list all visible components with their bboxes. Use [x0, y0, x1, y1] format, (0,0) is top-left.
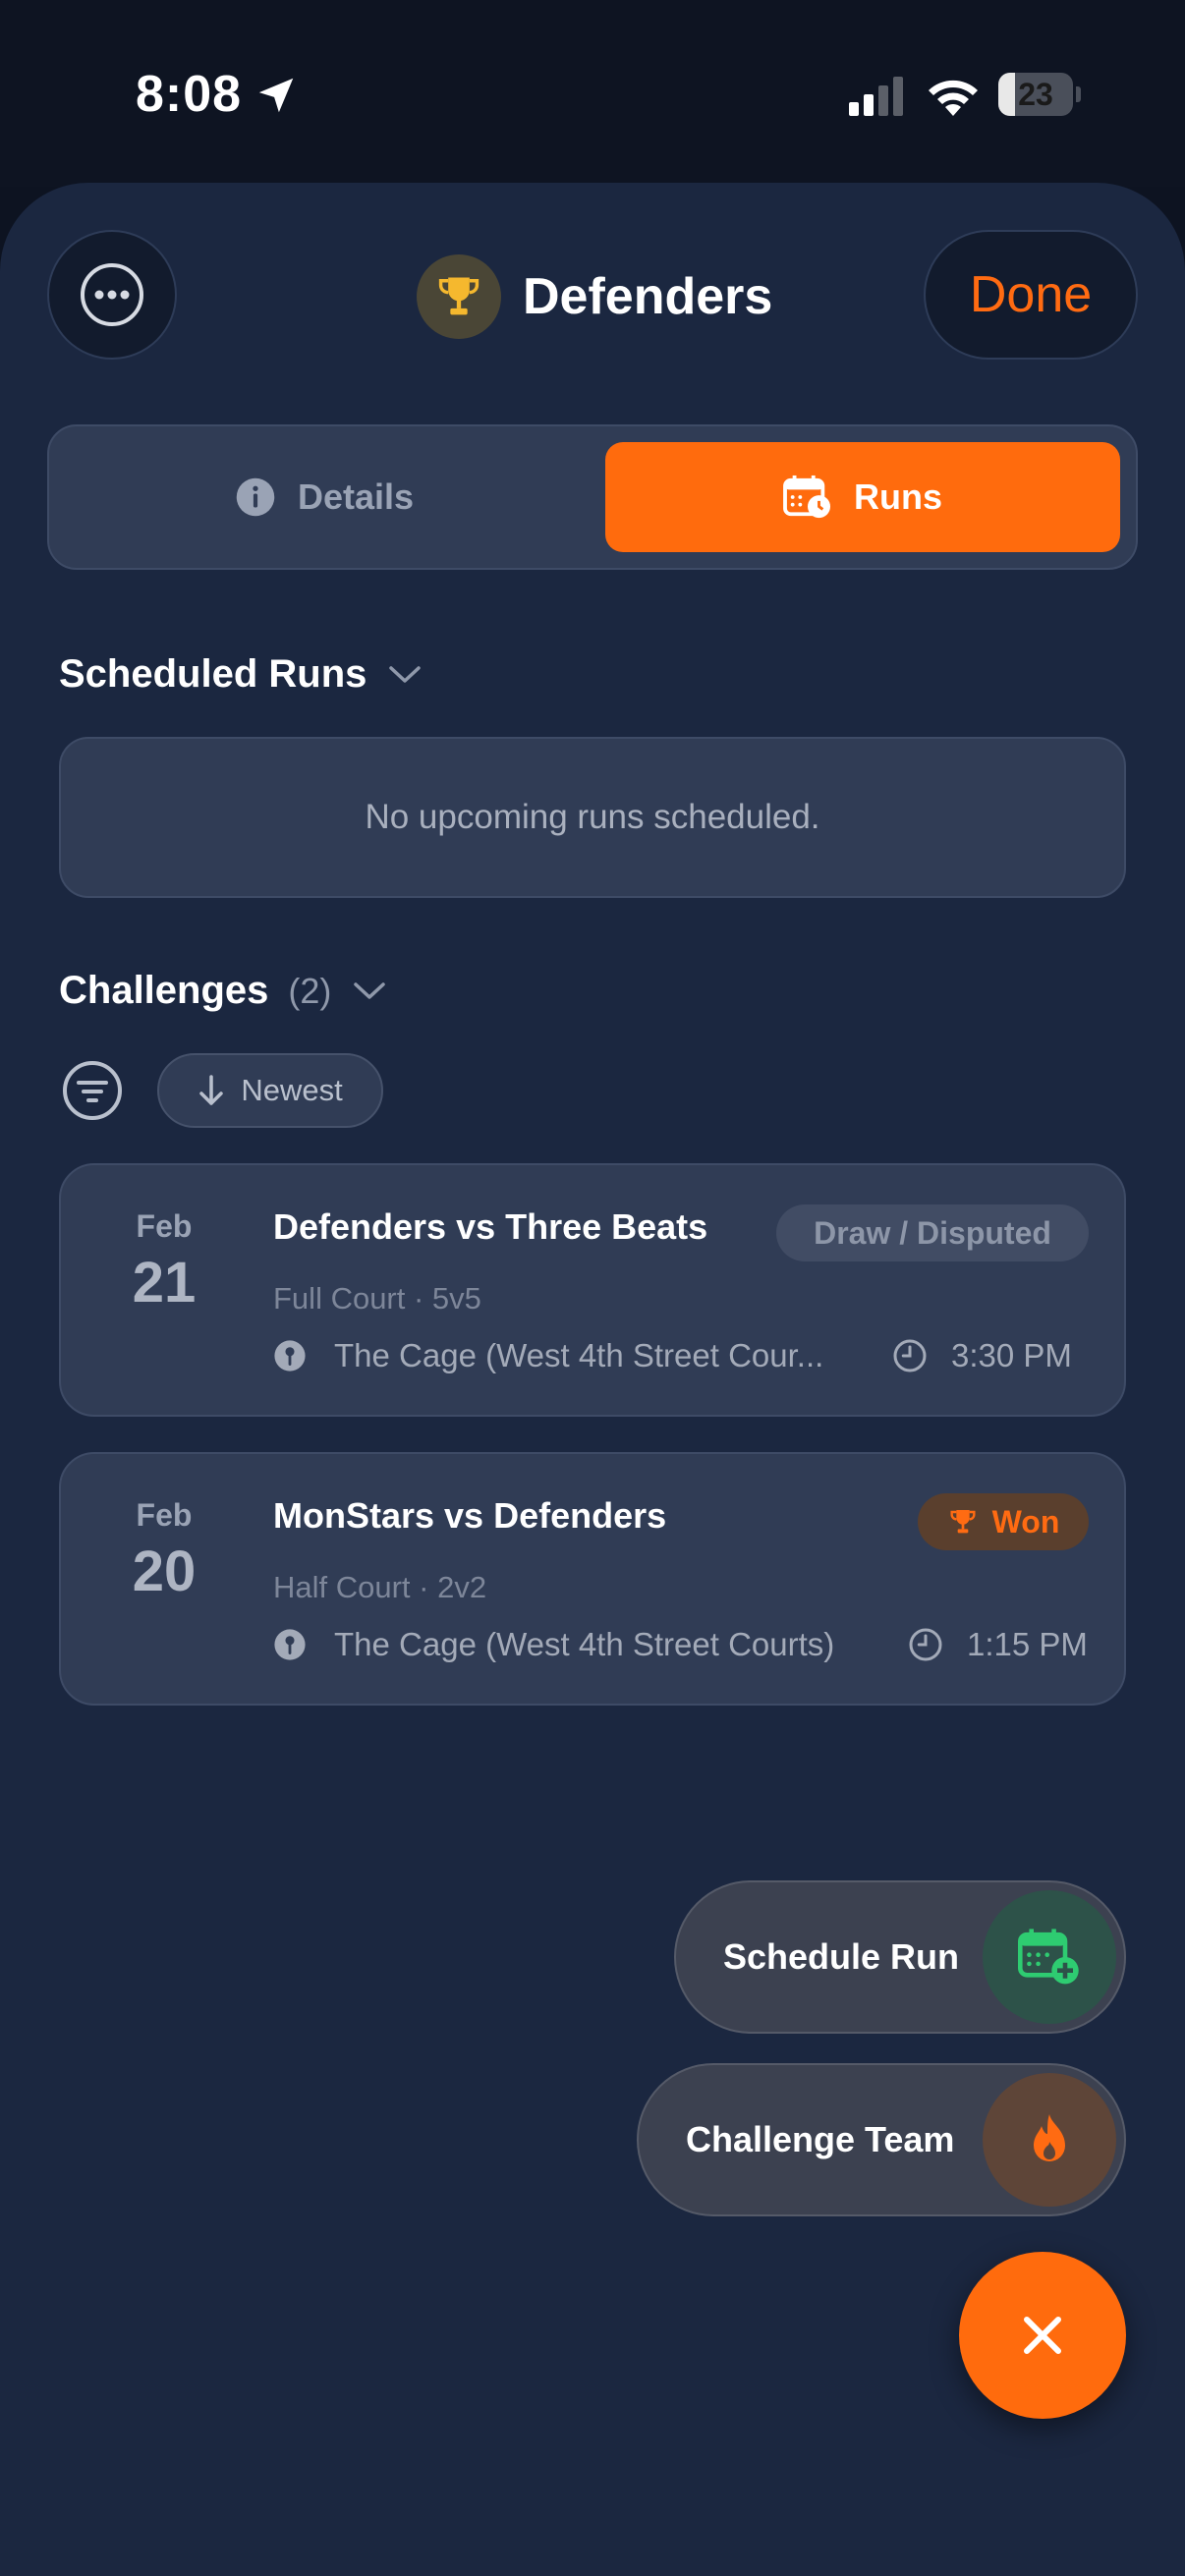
tab-details[interactable]: Details: [49, 426, 599, 568]
challenge-title: MonStars vs Defenders: [273, 1495, 667, 1536]
location-pin-icon: [274, 1340, 306, 1372]
status-badge: Won: [918, 1493, 1089, 1550]
location-pin-icon: [274, 1629, 306, 1660]
status-badge-label: Won: [991, 1503, 1060, 1540]
status-bar: 8:08 23: [0, 0, 1185, 187]
empty-runs-message: No upcoming runs scheduled.: [59, 737, 1126, 898]
challenge-time: 1:15 PM: [908, 1625, 1088, 1664]
tab-runs-label: Runs: [854, 476, 942, 517]
challenges-header[interactable]: Challenges (2): [59, 969, 386, 1013]
chevron-down-icon: [389, 665, 422, 683]
challenge-team-icon-circle: [983, 2073, 1116, 2207]
scheduled-runs-header[interactable]: Scheduled Runs: [59, 652, 422, 697]
calendar-add-icon: [1018, 1929, 1079, 1985]
challenge-format: Half Court · 2v2: [273, 1570, 487, 1604]
time-label: 3:30 PM: [951, 1337, 1072, 1373]
challenges-title: Challenges: [59, 969, 269, 1012]
schedule-run-icon-circle: [983, 1890, 1116, 2024]
done-button[interactable]: Done: [924, 230, 1138, 360]
location-label: The Cage (West 4th Street Courts): [334, 1626, 835, 1662]
challenge-format: Full Court · 5v5: [273, 1281, 481, 1316]
arrow-down-icon: [199, 1075, 224, 1105]
challenge-card[interactable]: Feb 20 MonStars vs Defenders Won Half Co…: [59, 1452, 1126, 1706]
team-sheet: Defenders Done Details Runs Scheduled Ru…: [0, 183, 1185, 2576]
wifi-icon: [929, 80, 978, 116]
team-header: Defenders: [417, 253, 772, 340]
flame-icon: [1034, 2114, 1065, 2161]
challenge-location: The Cage (West 4th Street Cour...: [273, 1336, 823, 1375]
cellular-signal-icon: [849, 77, 903, 116]
challenges-count: (2): [288, 970, 332, 1011]
challenge-location: The Cage (West 4th Street Courts): [273, 1625, 834, 1664]
tab-details-label: Details: [297, 476, 415, 517]
ellipsis-circle-icon: [81, 263, 143, 326]
calendar-clock-icon: [783, 475, 830, 519]
date-day: 20: [132, 1540, 197, 1603]
challenge-time: 3:30 PM: [892, 1336, 1072, 1375]
date-day: 21: [132, 1251, 197, 1315]
date-month: Feb: [136, 1208, 193, 1244]
trophy-icon: [950, 1510, 976, 1534]
close-icon: [1024, 2317, 1061, 2354]
status-badge: Draw / Disputed: [776, 1204, 1089, 1261]
scheduled-runs-title: Scheduled Runs: [59, 652, 367, 696]
date-month: Feb: [136, 1497, 193, 1533]
status-time: 8:08: [136, 66, 243, 123]
challenge-team-label: Challenge Team: [686, 2119, 955, 2159]
sort-button[interactable]: Newest: [157, 1053, 383, 1128]
trophy-icon: [438, 277, 480, 315]
schedule-run-button[interactable]: Schedule Run: [674, 1880, 1126, 2034]
segmented-control: Details Runs: [47, 424, 1138, 570]
challenge-card[interactable]: Feb 21 Defenders vs Three Beats Draw / D…: [59, 1163, 1126, 1417]
chevron-down-icon: [354, 981, 386, 999]
tab-runs[interactable]: Runs: [605, 442, 1120, 552]
clock-icon: [893, 1339, 927, 1372]
location-label: The Cage (West 4th Street Cour...: [334, 1337, 824, 1373]
challenge-title: Defenders vs Three Beats: [273, 1206, 708, 1247]
challenge-team-button[interactable]: Challenge Team: [637, 2063, 1126, 2216]
sort-label: Newest: [241, 1073, 343, 1107]
schedule-run-label: Schedule Run: [723, 1936, 960, 1977]
filter-icon[interactable]: [61, 1059, 124, 1122]
more-options-button[interactable]: [47, 230, 177, 360]
close-fab-button[interactable]: [959, 2252, 1126, 2419]
battery-level: 23: [1018, 77, 1053, 112]
battery-icon: 23: [998, 73, 1081, 116]
location-arrow-icon: [258, 78, 294, 113]
time-label: 1:15 PM: [967, 1626, 1088, 1662]
page-title: Defenders: [523, 268, 773, 325]
team-avatar: [417, 254, 501, 339]
info-circle-icon: [236, 477, 275, 517]
clock-icon: [909, 1628, 942, 1661]
